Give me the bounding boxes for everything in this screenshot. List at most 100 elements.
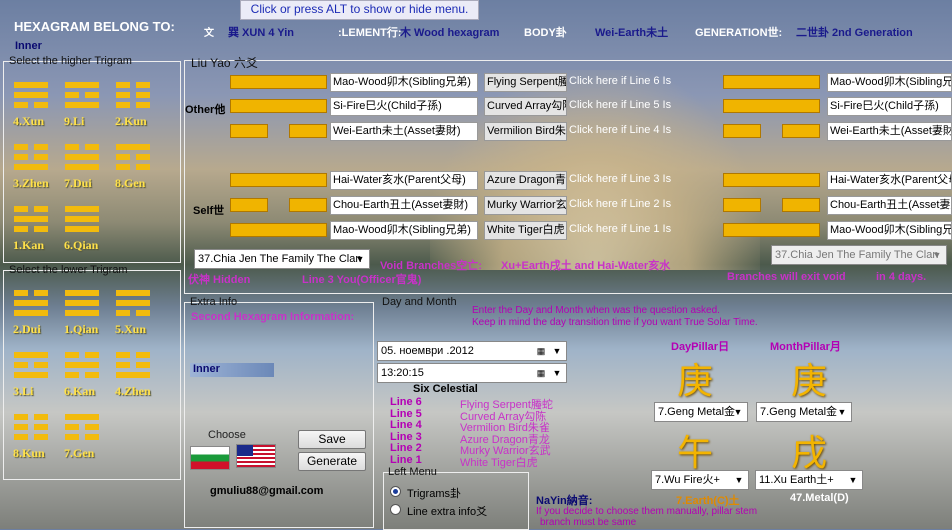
line-segment: [14, 310, 48, 316]
trigrams-radio[interactable]: [390, 486, 401, 497]
yang-line: [65, 206, 99, 212]
line-extra-radio[interactable]: [390, 504, 401, 515]
yang-line: [14, 216, 48, 222]
line-segment: [65, 226, 99, 232]
month-stem-char: 庚: [791, 361, 828, 402]
trigram-7-gen[interactable]: [65, 414, 99, 444]
line-segment: [116, 164, 130, 170]
exit-label: Branches will exit void: [727, 271, 846, 283]
trigram-6-qian[interactable]: [65, 206, 99, 236]
line-segment: [34, 362, 48, 368]
line-segment: [116, 352, 130, 358]
trigram-4-zhen[interactable]: [116, 352, 150, 382]
chevron-down-icon: ▼: [932, 250, 942, 260]
changed-yao-line-yang: [723, 223, 820, 237]
trigram-2-dui[interactable]: [14, 290, 48, 320]
line-segment: [136, 352, 150, 358]
line-segment: [14, 92, 48, 98]
yin-line: [116, 352, 150, 358]
save-button[interactable]: Save: [298, 430, 366, 449]
trigram-3-zhen[interactable]: [14, 144, 48, 174]
relation-field: Mao-Wood卯木(Sibling兄弟): [330, 221, 478, 240]
trigram-1-qian[interactable]: [65, 290, 99, 320]
yang-line: [65, 310, 99, 316]
line-extra-radio-label[interactable]: Line extra info爻: [407, 503, 487, 519]
hexagram-select-right[interactable]: 37.Chia Jen The Family The Clan ▼: [771, 245, 947, 265]
changed-yao-line-yin-right: [782, 124, 820, 138]
spirit-field: Vermilion Bird朱雀: [484, 122, 567, 141]
line-click-toggle[interactable]: Click here if Line 1 Is: [569, 223, 671, 235]
chevron-down-icon: ▼: [552, 368, 562, 378]
trigram-label: 6.Qian: [64, 238, 99, 252]
hexagram-select-right-value: 37.Chia Jen The Family The Clan: [775, 249, 939, 261]
trigram-label: 4.Zhen: [115, 384, 151, 398]
yang-line: [116, 144, 150, 150]
trigram-7-dui[interactable]: [65, 144, 99, 174]
changed-relation-field: Wei-Earth未土(Asset妻財): [827, 122, 952, 141]
element-value: 木 Wood hexagram: [400, 27, 500, 39]
trigram-8-gen[interactable]: [116, 144, 150, 174]
chevron-down-icon: ▼: [837, 407, 847, 417]
line-segment: [14, 424, 28, 430]
trigram-5-xun[interactable]: [116, 290, 150, 320]
choose-label: Choose: [208, 429, 246, 441]
xun-value: 巽 XUN 4 Yin: [228, 27, 295, 39]
us-flag-icon[interactable]: [236, 444, 276, 468]
date-picker[interactable]: 05. ноември .2012 ▦ ▼: [377, 341, 567, 361]
footer-note1: If you decide to choose them manually, p…: [536, 506, 758, 517]
trigram-2-kun[interactable]: [116, 82, 150, 112]
hexagram-select[interactable]: 37.Chia Jen The Family The Clan ▼: [194, 249, 370, 269]
yin-line: [116, 310, 150, 316]
line-segment: [116, 300, 150, 306]
yang-line: [14, 300, 48, 306]
trigram-4-xun[interactable]: [14, 82, 48, 112]
bulgarian-flag-icon[interactable]: [190, 446, 230, 470]
line-segment: [14, 164, 48, 170]
trigram-6-kan[interactable]: [65, 352, 99, 382]
trigram-3-li[interactable]: [14, 352, 48, 382]
line-segment: [136, 164, 150, 170]
inner-field[interactable]: Inner: [190, 363, 274, 377]
chevron-down-icon: ▼: [733, 407, 743, 417]
line-click-toggle[interactable]: Click here if Line 6 Is: [569, 75, 671, 87]
month-stem-value: 7.Geng Metal金: [760, 406, 838, 418]
yin-line: [116, 102, 150, 108]
generate-button[interactable]: Generate: [298, 452, 366, 471]
line-click-toggle[interactable]: Click here if Line 3 Is: [569, 173, 671, 185]
yao-line-yang: [230, 75, 327, 89]
line-click-toggle[interactable]: Click here if Line 2 Is: [569, 198, 671, 210]
trigram-8-kun[interactable]: [14, 414, 48, 444]
month-stem-select[interactable]: 7.Geng Metal金 ▼: [756, 402, 852, 422]
calendar-icon: ▦: [536, 346, 546, 356]
yang-line: [116, 372, 150, 378]
inner-field-label: Inner: [193, 363, 220, 375]
trigram-label: 8.Kun: [13, 446, 45, 460]
yin-line: [65, 434, 99, 440]
yang-line: [65, 414, 99, 420]
line-segment: [34, 434, 48, 440]
line-segment: [116, 310, 130, 316]
month-branch-select[interactable]: 11.Xu Earth土+ ▼: [755, 470, 863, 490]
line-segment: [65, 414, 99, 420]
yang-line: [116, 290, 150, 296]
lower-trigram-title: Select the lower Trigram: [9, 264, 128, 276]
line-click-toggle[interactable]: Click here if Line 4 Is: [569, 124, 671, 136]
trigrams-radio-label[interactable]: Trigrams卦: [407, 485, 461, 501]
trigram-1-kan[interactable]: [14, 206, 48, 236]
line-segment: [116, 144, 150, 150]
time-picker[interactable]: 13:20:15 ▦ ▼: [377, 363, 567, 383]
footer-note2: branch must be same: [540, 517, 637, 528]
menu-hint[interactable]: Click or press ALT to show or hide menu.: [240, 0, 479, 20]
body-label: BODY卦: [524, 27, 567, 39]
xun-prefix: 文: [204, 28, 214, 39]
day-branch-select[interactable]: 7.Wu Fire火+ ▼: [651, 470, 749, 490]
trigram-9-li[interactable]: [65, 82, 99, 112]
line-segment: [14, 290, 28, 296]
line-segment: [65, 92, 79, 98]
chevron-down-icon: ▼: [734, 475, 744, 485]
body-value: Wei-Earth未土: [595, 27, 669, 39]
element-label: :LEMENT行:: [338, 27, 402, 39]
day-stem-select[interactable]: 7.Geng Metal金 ▼: [654, 402, 748, 422]
yin-line: [116, 82, 150, 88]
line-click-toggle[interactable]: Click here if Line 5 Is: [569, 99, 671, 111]
